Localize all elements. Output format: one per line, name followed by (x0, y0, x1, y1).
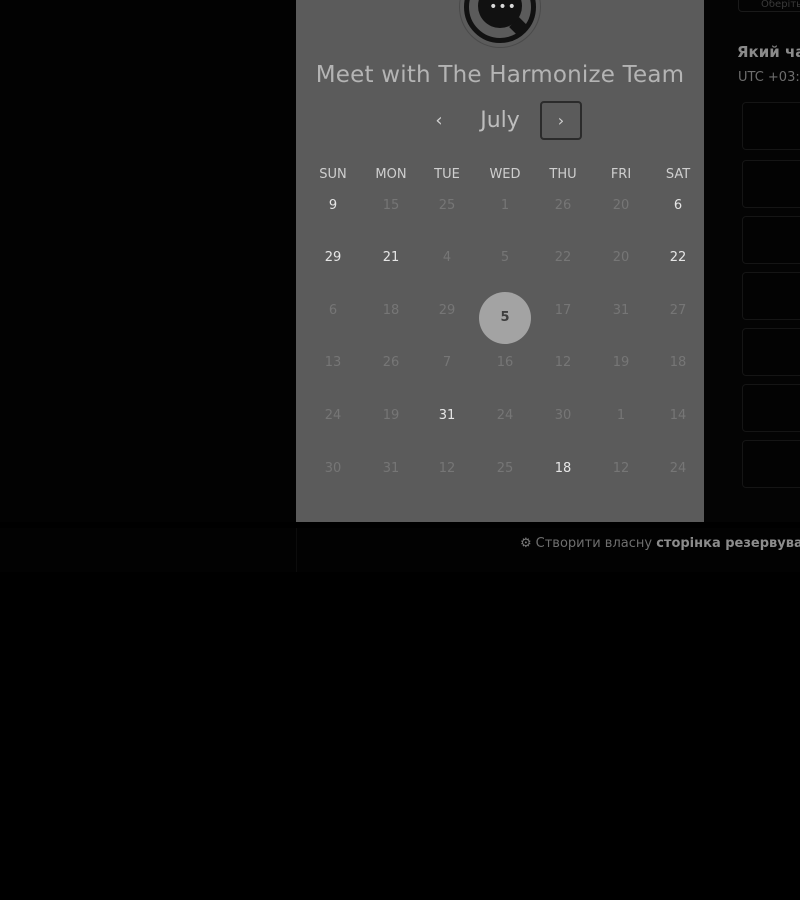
left-panel (0, 0, 296, 522)
calendar-day-unavailable: 16 (496, 355, 514, 370)
weekday-header: TUE (434, 167, 460, 182)
hubspot-sprocket-icon: ⚙ (520, 536, 532, 551)
time-question-heading: Який час (737, 43, 800, 61)
prev-month-button[interactable]: ‹ (424, 106, 454, 136)
calendar-day-unavailable: 29 (438, 303, 456, 318)
time-slot[interactable] (742, 102, 800, 150)
time-slot[interactable] (742, 216, 800, 264)
calendar-day-available[interactable]: 18 (534, 454, 592, 484)
calendar-day-unavailable: 6 (328, 303, 338, 318)
calendar-day-unavailable: 12 (438, 461, 456, 476)
calendar-day-unavailable: 19 (382, 408, 400, 423)
calendar-day-unavailable: 25 (438, 198, 456, 213)
calendar-day-unavailable: 31 (382, 461, 400, 476)
calendar-day-unavailable: 5 (500, 250, 510, 265)
weekday-header: SUN (319, 167, 347, 182)
calendar-day-unavailable: 20 (612, 250, 630, 265)
calendar-day-unavailable: 18 (382, 303, 400, 318)
calendar-day-unavailable: 1 (500, 198, 510, 213)
calendar-day-available[interactable]: 6 (649, 191, 707, 221)
calendar-day-unavailable: 17 (554, 303, 572, 318)
page: Оберіть Який час UTC +03:00 ••• Meet wit… (0, 0, 800, 900)
calendar-day-unavailable: 30 (554, 408, 572, 423)
calendar-day-unavailable: 1 (616, 408, 626, 423)
calendar-day-unavailable: 19 (612, 355, 630, 370)
calendar-day-unavailable: 18 (669, 355, 687, 370)
calendar-day-unavailable: 15 (382, 198, 400, 213)
calendar-day-unavailable: 14 (669, 408, 687, 423)
calendar-day-unavailable: 22 (554, 250, 572, 265)
timezone-select-box[interactable]: Оберіть (738, 0, 800, 12)
weekday-header: FRI (610, 167, 632, 182)
time-slot[interactable] (742, 384, 800, 432)
meeting-title: Meet with The Harmonize Team (315, 62, 685, 88)
ellipsis-icon: ••• (489, 0, 517, 15)
time-slot[interactable] (742, 160, 800, 208)
time-slot[interactable] (742, 328, 800, 376)
calendar-day-available[interactable]: 29 (304, 243, 362, 273)
calendar-day-unavailable: 13 (324, 355, 342, 370)
current-month: July (480, 108, 520, 133)
weekday-header: MON (375, 167, 407, 182)
footer-divider (296, 528, 297, 572)
calendar-day-unavailable: 31 (612, 303, 630, 318)
calendar-day-available[interactable]: 21 (362, 243, 420, 273)
weekday-header: THU (549, 167, 577, 182)
calendar-day-unavailable: 24 (324, 408, 342, 423)
calendar-day-available[interactable]: 9 (304, 191, 362, 221)
timezone-label: UTC +03:00 (738, 70, 800, 85)
timezone-select-text: Оберіть (761, 0, 800, 10)
calendar-day-unavailable: 7 (442, 355, 452, 370)
calendar-day-unavailable: 25 (496, 461, 514, 476)
weekday-header: WED (489, 167, 521, 182)
calendar-day-unavailable: 24 (669, 461, 687, 476)
footer-prefix: Створити власну (535, 536, 653, 551)
calendar-day-available[interactable]: 31 (418, 401, 476, 431)
calendar-day-unavailable: 30 (324, 461, 342, 476)
next-month-button[interactable]: › (540, 101, 582, 140)
calendar-day-selected[interactable]: 5 (479, 292, 531, 344)
calendar-day-unavailable: 4 (442, 250, 452, 265)
calendar-day-unavailable: 24 (496, 408, 514, 423)
calendar-day-unavailable: 20 (612, 198, 630, 213)
time-slot[interactable] (742, 440, 800, 488)
calendar-day-unavailable: 26 (382, 355, 400, 370)
calendar-day-unavailable: 27 (669, 303, 687, 318)
calendar-day-available[interactable]: 22 (649, 243, 707, 273)
create-booking-page-link[interactable]: ⚙Створити власну сторінка резервування (520, 536, 800, 551)
calendar-day-unavailable: 12 (612, 461, 630, 476)
calendar-day-unavailable: 26 (554, 198, 572, 213)
calendar-day-unavailable: 12 (554, 355, 572, 370)
weekday-header: SAT (665, 167, 691, 182)
time-slot[interactable] (742, 272, 800, 320)
footer-link-text: сторінка резервування (656, 536, 800, 551)
